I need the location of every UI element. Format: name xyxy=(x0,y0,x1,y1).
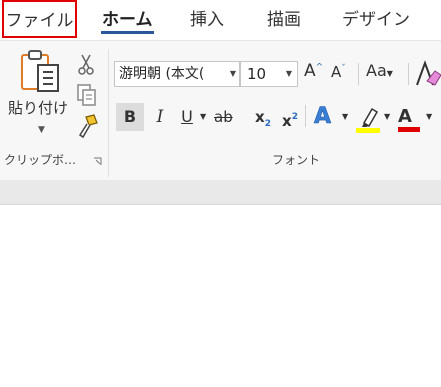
strikethrough-button[interactable]: ab xyxy=(214,103,233,131)
font-size-select[interactable]: 10 ▼ xyxy=(240,61,298,87)
paste-label: 貼り付け xyxy=(8,99,69,117)
font-color-dropdown-icon[interactable]: ▼ xyxy=(426,103,432,131)
font-name-value: 游明朝 (本文( xyxy=(119,66,205,82)
font-size-dropdown-icon: ▼ xyxy=(285,69,292,78)
change-case-label: Aa xyxy=(366,61,387,80)
shrink-caret-icon: ˇ xyxy=(341,64,346,74)
superscript-label: x xyxy=(282,112,292,130)
tab-insert[interactable]: 挿入 xyxy=(190,0,224,40)
highlighter-icon[interactable] xyxy=(356,105,382,133)
active-tab-underline xyxy=(101,31,154,34)
copy-icon[interactable] xyxy=(76,83,98,107)
change-case-button[interactable]: Aa▼ xyxy=(366,61,393,80)
italic-button[interactable]: I xyxy=(150,103,170,131)
format-painter-icon[interactable] xyxy=(74,113,100,139)
shrink-font-button[interactable]: Aˇ xyxy=(331,63,346,81)
tab-draw[interactable]: 描画 xyxy=(267,0,301,40)
grow-caret-icon: ^ xyxy=(315,62,324,73)
document-area[interactable] xyxy=(0,205,441,387)
tab-home-label: ホーム xyxy=(102,10,153,30)
font-group-label: フォント xyxy=(272,153,321,167)
clear-formatting-icon[interactable] xyxy=(413,59,441,89)
tab-home[interactable]: ホーム xyxy=(101,0,154,40)
text-effects-dropdown-icon[interactable]: ▼ xyxy=(342,103,348,131)
bold-button[interactable]: B xyxy=(116,103,144,131)
cut-icon[interactable] xyxy=(76,53,96,75)
font-size-value: 10 xyxy=(247,65,267,83)
paste-dropdown-icon[interactable]: ▼ xyxy=(38,125,45,135)
font-name-dropdown-icon: ▼ xyxy=(229,69,236,78)
tab-file[interactable]: ファイル xyxy=(2,0,77,38)
subscript-label: x xyxy=(255,108,265,126)
highlight-dropdown-icon[interactable]: ▼ xyxy=(384,103,390,131)
clipboard-dialog-launcher-icon[interactable] xyxy=(93,157,102,166)
underline-dropdown-icon[interactable]: ▼ xyxy=(200,103,206,131)
shrink-font-label: A xyxy=(331,63,342,81)
toolbar-separator xyxy=(305,105,306,127)
grow-font-label: A xyxy=(304,61,316,81)
font-color-swatch xyxy=(398,127,420,132)
paste-icon xyxy=(21,50,59,92)
superscript-button[interactable]: x2 xyxy=(282,103,298,131)
underline-button[interactable]: U xyxy=(177,103,197,131)
subscript-button[interactable]: x2 xyxy=(255,103,271,131)
clipboard-group-label: クリップボ… xyxy=(4,153,77,167)
subscript-mark: 2 xyxy=(264,119,271,129)
grow-font-button[interactable]: A^ xyxy=(304,61,323,81)
font-name-select[interactable]: 游明朝 (本文( ▼ xyxy=(114,61,240,87)
ribbon: 貼り付け ▼ クリップボ… 游明朝 (本文( ▼ 10 ▼ A^ Aˇ Aa▼ xyxy=(0,40,441,181)
toolbar-separator xyxy=(408,63,409,85)
superscript-mark: 2 xyxy=(291,112,298,122)
ribbon-bottom-bar xyxy=(0,180,441,205)
toolbar-separator xyxy=(358,63,359,85)
tab-design[interactable]: デザイン xyxy=(342,0,410,40)
change-case-dropdown-icon: ▼ xyxy=(386,69,393,78)
group-separator xyxy=(108,49,109,177)
ribbon-tabs: ファイル ホーム 挿入 描画 デザイン xyxy=(0,0,441,40)
text-effects-button[interactable]: A xyxy=(314,103,332,131)
